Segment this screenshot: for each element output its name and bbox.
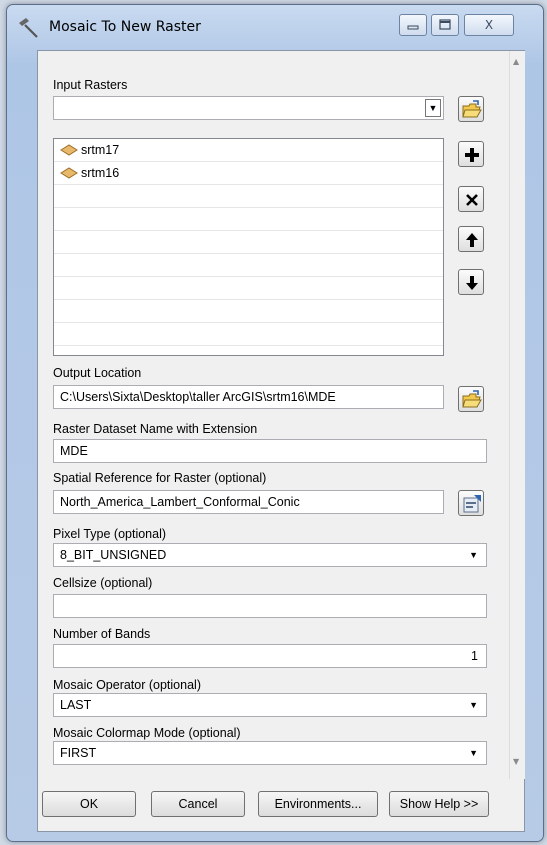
spatial-reference-label: Spatial Reference for Raster (optional) bbox=[53, 471, 267, 485]
colormap-mode-select[interactable]: FIRST ▼ bbox=[53, 741, 487, 765]
raster-dataset-icon bbox=[60, 167, 78, 182]
open-folder-icon bbox=[462, 390, 482, 408]
input-rasters-combo[interactable]: ▼ bbox=[53, 96, 444, 120]
move-down-button[interactable] bbox=[458, 269, 484, 295]
colormap-mode-value: FIRST bbox=[60, 746, 97, 760]
colormap-mode-label: Mosaic Colormap Mode (optional) bbox=[53, 726, 241, 740]
window-title: Mosaic To New Raster bbox=[49, 19, 201, 35]
plus-icon bbox=[465, 148, 479, 162]
cellsize-label: Cellsize (optional) bbox=[53, 576, 153, 590]
spatial-reference-properties-button[interactable] bbox=[458, 490, 484, 516]
list-row-empty bbox=[54, 231, 443, 254]
chevron-down-icon[interactable]: ▼ bbox=[469, 694, 478, 716]
show-help-button[interactable]: Show Help >> bbox=[389, 791, 489, 817]
list-row-empty bbox=[54, 185, 443, 208]
mosaic-operator-select[interactable]: LAST ▼ bbox=[53, 693, 487, 717]
pixel-type-label: Pixel Type (optional) bbox=[53, 527, 167, 541]
dataset-name-input[interactable]: MDE bbox=[53, 439, 487, 463]
mosaic-operator-label: Mosaic Operator (optional) bbox=[53, 678, 201, 692]
move-up-button[interactable] bbox=[458, 226, 484, 252]
input-rasters-label: Input Rasters bbox=[53, 78, 128, 92]
browse-input-button[interactable] bbox=[458, 96, 484, 122]
ok-button[interactable]: OK bbox=[42, 791, 136, 817]
maximize-button[interactable] bbox=[431, 14, 459, 36]
spatial-reference-input[interactable]: North_America_Lambert_Conformal_Conic bbox=[53, 490, 444, 514]
open-folder-icon bbox=[462, 100, 482, 118]
cellsize-input[interactable] bbox=[53, 594, 487, 618]
output-location-label: Output Location bbox=[53, 366, 142, 380]
mosaic-operator-value: LAST bbox=[60, 698, 92, 712]
list-row-empty bbox=[54, 323, 443, 346]
hammer-icon bbox=[17, 17, 41, 39]
browse-output-button[interactable] bbox=[458, 386, 484, 412]
add-raster-button[interactable] bbox=[458, 141, 484, 167]
arrow-down-icon bbox=[466, 276, 478, 290]
minimize-button[interactable] bbox=[399, 14, 427, 36]
close-button[interactable]: X bbox=[464, 14, 514, 36]
remove-raster-button[interactable] bbox=[458, 186, 484, 212]
x-icon bbox=[466, 194, 478, 206]
raster-name: srtm17 bbox=[81, 143, 120, 157]
arrow-up-icon bbox=[466, 233, 478, 247]
number-of-bands-input[interactable]: 1 bbox=[53, 644, 487, 668]
pixel-type-value: 8_BIT_UNSIGNED bbox=[60, 548, 167, 562]
list-row-empty bbox=[54, 277, 443, 300]
number-of-bands-label: Number of Bands bbox=[53, 627, 151, 641]
cancel-button[interactable]: Cancel bbox=[151, 791, 245, 817]
list-item[interactable]: srtm17 bbox=[54, 139, 443, 162]
vertical-scrollbar[interactable]: ▲ ▼ bbox=[509, 51, 525, 779]
scroll-up-icon[interactable]: ▲ bbox=[513, 57, 519, 66]
pixel-type-select[interactable]: 8_BIT_UNSIGNED ▼ bbox=[53, 543, 487, 567]
input-rasters-list[interactable]: srtm17 srtm16 bbox=[53, 138, 444, 356]
list-row-empty bbox=[54, 208, 443, 231]
properties-icon bbox=[463, 495, 481, 513]
chevron-down-icon[interactable]: ▼ bbox=[425, 99, 441, 117]
title-bar[interactable]: Mosaic To New Raster X bbox=[7, 5, 543, 45]
dataset-name-label: Raster Dataset Name with Extension bbox=[53, 422, 258, 436]
scroll-down-icon[interactable]: ▼ bbox=[513, 757, 519, 766]
list-item[interactable]: srtm16 bbox=[54, 162, 443, 185]
output-location-input[interactable]: C:\Users\Sixta\Desktop\taller ArcGIS\srt… bbox=[53, 385, 444, 409]
list-row-empty bbox=[54, 254, 443, 277]
raster-dataset-icon bbox=[60, 144, 78, 159]
raster-name: srtm16 bbox=[81, 166, 120, 180]
chevron-down-icon[interactable]: ▼ bbox=[469, 544, 478, 566]
list-row-empty bbox=[54, 300, 443, 323]
environments-button[interactable]: Environments... bbox=[258, 791, 378, 817]
chevron-down-icon[interactable]: ▼ bbox=[469, 742, 478, 764]
